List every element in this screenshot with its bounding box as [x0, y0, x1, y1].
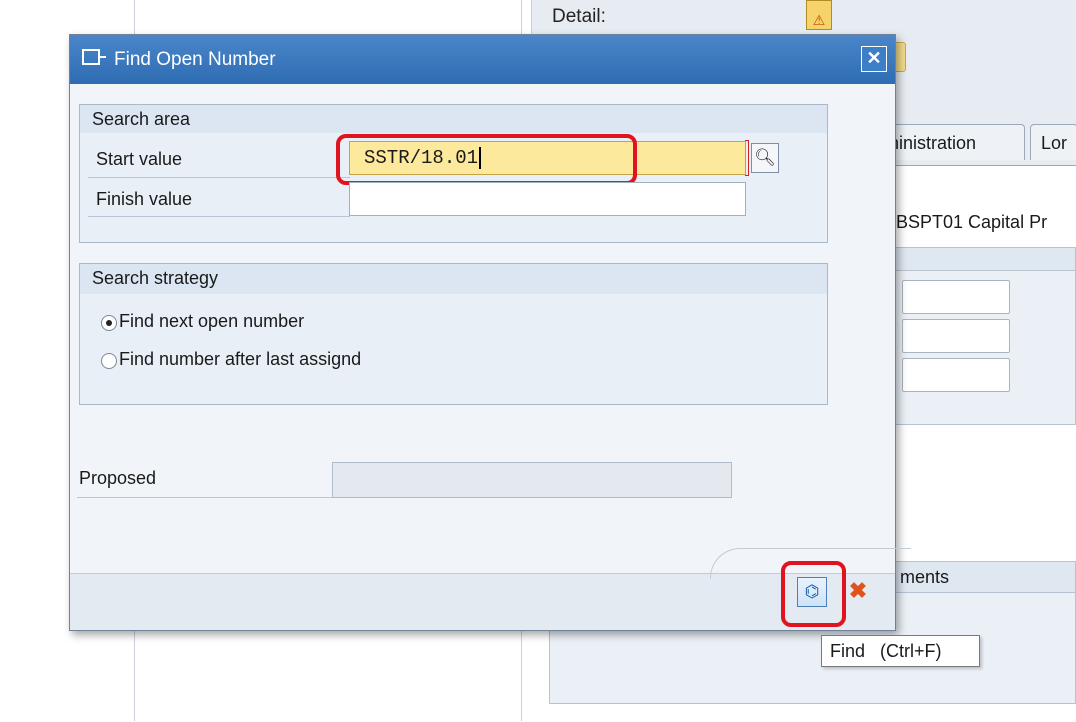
dialog-footer: [70, 573, 895, 630]
bg-field-1[interactable]: [902, 280, 1010, 314]
bg-field-3[interactable]: [902, 358, 1010, 392]
cancel-icon[interactable]: ✖: [843, 577, 873, 607]
project-profile-text: BSPT01 Capital Pr: [896, 212, 1048, 232]
proposed-row-divider: [77, 497, 332, 498]
finish-value-label: Finish value: [96, 189, 193, 209]
proposed-value-field: [332, 462, 732, 498]
start-value-label: Start value: [96, 149, 183, 169]
search-strategy-header: Search strategy: [79, 263, 828, 295]
detail-label: Detail:: [552, 6, 606, 27]
search-area-header: Search area: [79, 104, 828, 134]
close-icon[interactable]: ✕: [861, 46, 887, 72]
finish-value-input[interactable]: [349, 182, 746, 216]
find-open-number-dialog: Find Open Number ✕ Search area Start val…: [69, 34, 911, 631]
dialog-title-bar: Find Open Number ✕: [70, 35, 895, 84]
required-field-marker: [745, 140, 749, 176]
search-help-icon[interactable]: 🔍︎: [751, 143, 779, 173]
finish-row-divider: [88, 216, 350, 217]
start-row-divider: [88, 177, 350, 178]
tab-long-text[interactable]: Lor: [1030, 124, 1076, 160]
tab-administration[interactable]: ninistration: [878, 124, 1025, 160]
detail-warning-icon[interactable]: ⚠: [806, 0, 832, 30]
find-button-highlight: [781, 561, 846, 627]
radio-label-find-next-open[interactable]: Find next open number: [119, 311, 304, 332]
radio-find-next-open[interactable]: [101, 315, 117, 331]
proposed-label: Proposed: [79, 468, 157, 488]
radio-label-find-after-last[interactable]: Find number after last assignd: [119, 349, 361, 370]
bg-field-2[interactable]: [902, 319, 1010, 353]
dialog-title: Find Open Number: [114, 49, 276, 70]
radio-find-after-last[interactable]: [101, 353, 117, 369]
find-tooltip: Find (Ctrl+F): [821, 635, 980, 667]
start-value-highlight: [336, 134, 637, 185]
dialog-window-icon: [82, 49, 106, 65]
